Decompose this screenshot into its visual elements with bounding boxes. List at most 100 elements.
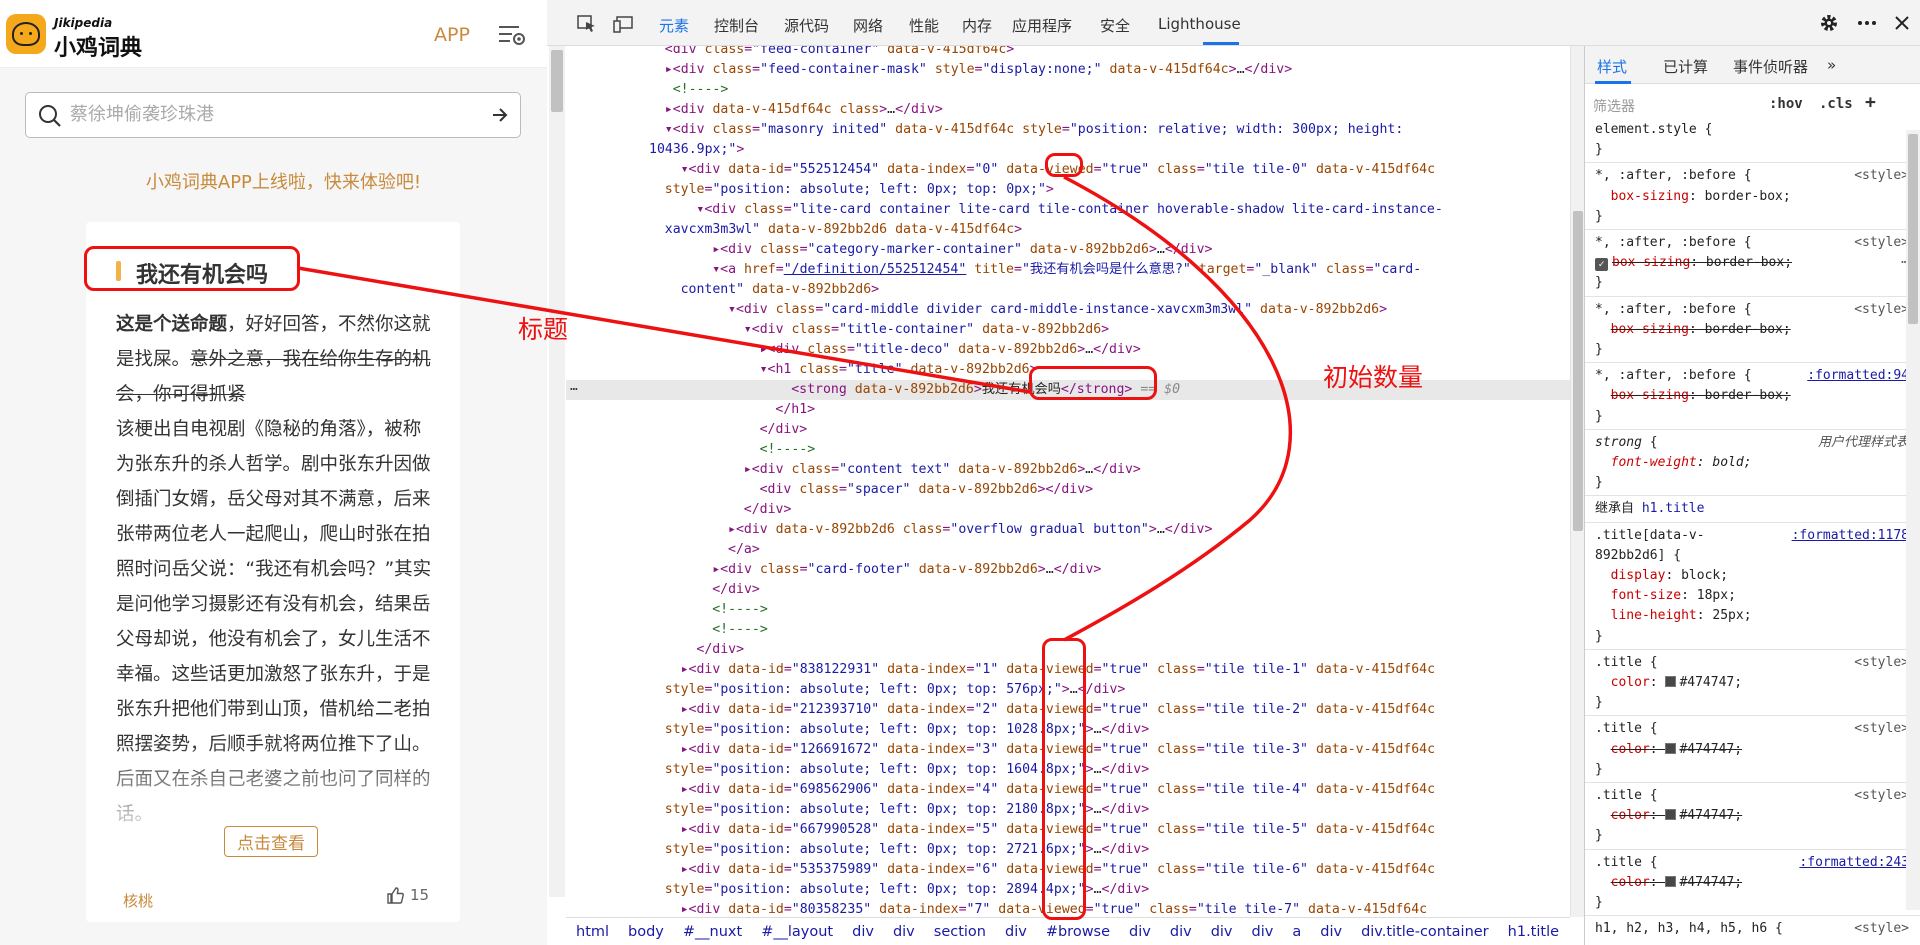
style-rule-line[interactable]: 继承自 h1.title — [1585, 499, 1920, 519]
dom-node[interactable]: style="position: absolute; left: 0px; to… — [566, 180, 1570, 200]
style-rule-line[interactable]: .title {<style> — [1585, 653, 1920, 673]
breadcrumb-item[interactable]: div — [1005, 924, 1027, 940]
dom-node[interactable]: ▸<div data-v-892bb2d6 class="overflow gr… — [566, 520, 1570, 540]
new-rule-button[interactable]: + — [1865, 92, 1876, 113]
promo-banner[interactable]: 小鸡词典APP上线啦，快来体验吧! — [0, 168, 547, 194]
cls-toggle[interactable]: .cls — [1819, 96, 1853, 112]
breadcrumb-item[interactable]: #__layout — [761, 924, 833, 940]
dom-node[interactable]: ▸<div class="category-marker-container" … — [566, 240, 1570, 260]
breadcrumb-item[interactable]: div — [1170, 924, 1192, 940]
style-rule-line[interactable]: display: block; — [1585, 566, 1920, 586]
style-rule-line[interactable]: } — [1585, 273, 1920, 293]
style-rule-line[interactable]: element.style { — [1585, 120, 1920, 140]
logo-icon[interactable] — [6, 14, 46, 54]
dom-node[interactable]: </div> — [566, 500, 1570, 520]
style-rule-line[interactable]: } — [1585, 893, 1920, 913]
dom-node[interactable]: <!----> — [566, 440, 1570, 460]
style-rule-line[interactable]: font-size: 18px; — [1585, 586, 1920, 606]
style-rule-line[interactable]: h1, h2, h3, h4, h5, h6 {<style> — [1585, 919, 1920, 939]
dom-node[interactable]: ▸<div data-id="126691672" data-index="3"… — [566, 740, 1570, 760]
dom-node[interactable]: style="position: absolute; left: 0px; to… — [566, 720, 1570, 740]
style-rule-line[interactable]: color: #474747; — [1585, 806, 1920, 826]
like-button[interactable]: 15 — [386, 886, 429, 904]
dom-node[interactable]: ▾<div data-id="552512454" data-index="0"… — [566, 160, 1570, 180]
settings-icon[interactable] — [497, 22, 527, 48]
style-rule-line[interactable]: *, :after, :before {:formatted:94 — [1585, 366, 1920, 386]
tab-lighthouse[interactable]: Lighthouse — [1158, 15, 1241, 33]
dom-node[interactable]: <div class="spacer" data-v-892bb2d6></di… — [566, 480, 1570, 500]
style-rule-line[interactable]: box-sizing: border-box; — [1585, 386, 1920, 406]
breadcrumb-item[interactable]: div — [1320, 924, 1342, 940]
dom-node[interactable]: ▸<div data-id="212393710" data-index="2"… — [566, 700, 1570, 720]
dom-node[interactable]: ▸<div data-id="838122931" data-index="1"… — [566, 660, 1570, 680]
arrow-right-icon[interactable] — [490, 105, 510, 125]
style-rule-line[interactable]: font-weight: bold; — [1585, 453, 1920, 473]
tab-network[interactable]: 网络 — [853, 15, 883, 36]
dom-node[interactable]: ▸<div data-id="667990528" data-index="5"… — [566, 820, 1570, 840]
dom-node[interactable]: ▾<a href="/definition/552512454" title="… — [566, 260, 1570, 280]
style-rule-line[interactable]: } — [1585, 627, 1920, 647]
more-tabs-button[interactable]: » — [1827, 56, 1836, 74]
dom-node[interactable]: style="position: absolute; left: 0px; to… — [566, 840, 1570, 860]
breadcrumb-item[interactable]: #__nuxt — [683, 924, 742, 940]
style-rule-line[interactable]: .title {<style> — [1585, 719, 1920, 739]
breadcrumb-item[interactable]: div — [1211, 924, 1233, 940]
definition-card[interactable]: 我还有机会吗 这是个送命题，好好回答，不然你这就是找屎。意外之意，我在给你生存的… — [86, 222, 460, 922]
breadcrumb-item[interactable]: div — [852, 924, 874, 940]
dom-node[interactable]: <!----> — [566, 620, 1570, 640]
breadcrumb-item[interactable]: div.title-container — [1361, 924, 1489, 940]
style-rule-line[interactable]: .title {:formatted:243 — [1585, 853, 1920, 873]
read-more-button[interactable]: 点击查看 — [224, 826, 318, 857]
dom-node[interactable]: ▾<div class="card-middle divider card-mi… — [566, 300, 1570, 320]
breadcrumb-item[interactable]: div — [893, 924, 915, 940]
breadcrumb-item[interactable]: section — [934, 924, 986, 940]
dom-node[interactable]: <!----> — [566, 600, 1570, 620]
dom-node[interactable]: </div> — [566, 640, 1570, 660]
style-rule-line[interactable]: *, :after, :before {<style> — [1585, 166, 1920, 186]
breadcrumb-item[interactable]: h1.title — [1508, 924, 1559, 940]
breadcrumb-item[interactable]: body — [628, 924, 664, 940]
card-title[interactable]: 我还有机会吗 — [116, 257, 268, 289]
style-rule-line[interactable]: } — [1585, 826, 1920, 846]
tab-computed[interactable]: 已计算 — [1663, 56, 1708, 77]
style-rule-line[interactable]: *, :after, :before {<style> — [1585, 300, 1920, 320]
dom-node[interactable]: <div class="feed-container" data-v-415df… — [566, 46, 1570, 60]
dom-node-selected[interactable]: <strong data-v-892bb2d6>我还有机会吗</strong> … — [566, 380, 1570, 400]
style-rule-line[interactable]: } — [1585, 693, 1920, 713]
style-rule-line[interactable]: } — [1585, 473, 1920, 493]
style-rule-line[interactable]: box-sizing: border-box; — [1585, 320, 1920, 340]
dom-node[interactable]: ▾<div class="lite-card container lite-ca… — [566, 200, 1570, 220]
style-rule-line[interactable]: ✓box-sizing: border-box;⋯ — [1585, 253, 1920, 273]
dom-node[interactable]: style="position: absolute; left: 0px; to… — [566, 880, 1570, 900]
dom-node[interactable]: </h1> — [566, 400, 1570, 420]
tab-event-listeners[interactable]: 事件侦听器 — [1733, 56, 1808, 77]
device-toolbar-icon[interactable] — [613, 15, 633, 33]
dom-node[interactable]: <!----> — [566, 80, 1570, 100]
style-rule-line[interactable]: color: #474747; — [1585, 673, 1920, 693]
style-rule-line[interactable]: line-height: 25px; — [1585, 606, 1920, 626]
style-rule-line[interactable]: 892bb2d6] { — [1585, 546, 1920, 566]
style-rule-line[interactable]: } — [1585, 207, 1920, 227]
style-rule-line[interactable]: } — [1585, 760, 1920, 780]
dom-node[interactable]: style="position: absolute; left: 0px; to… — [566, 760, 1570, 780]
node-actions-icon[interactable]: ⋯ — [570, 380, 578, 400]
app-download-link[interactable]: APP — [434, 24, 470, 46]
style-rule-line[interactable]: *, :after, :before {<style> — [1585, 233, 1920, 253]
dom-node[interactable]: 10436.9px;"> — [566, 140, 1570, 160]
website-scrollbar[interactable] — [549, 42, 565, 897]
tab-sources[interactable]: 源代码 — [784, 15, 829, 36]
inspect-element-icon[interactable] — [577, 15, 597, 33]
gear-icon[interactable] — [1819, 13, 1839, 33]
style-rule-line[interactable]: strong {用户代理样式表 — [1585, 433, 1920, 453]
dom-node[interactable]: content" data-v-892bb2d6> — [566, 280, 1570, 300]
dom-node[interactable]: ▸<div class="content text" data-v-892bb2… — [566, 460, 1570, 480]
tab-styles[interactable]: 样式 — [1597, 56, 1627, 77]
breadcrumb-item[interactable]: html — [576, 924, 609, 940]
dom-node[interactable]: ▸<div data-id="80358235" data-index="7" … — [566, 900, 1570, 917]
more-options-icon[interactable] — [1857, 20, 1877, 26]
search-input[interactable] — [70, 93, 470, 136]
card-category-tag[interactable]: 核桃 — [123, 890, 153, 911]
tab-memory[interactable]: 内存 — [962, 15, 992, 36]
dom-node[interactable]: </div> — [566, 420, 1570, 440]
hov-toggle[interactable]: :hov — [1769, 96, 1803, 112]
